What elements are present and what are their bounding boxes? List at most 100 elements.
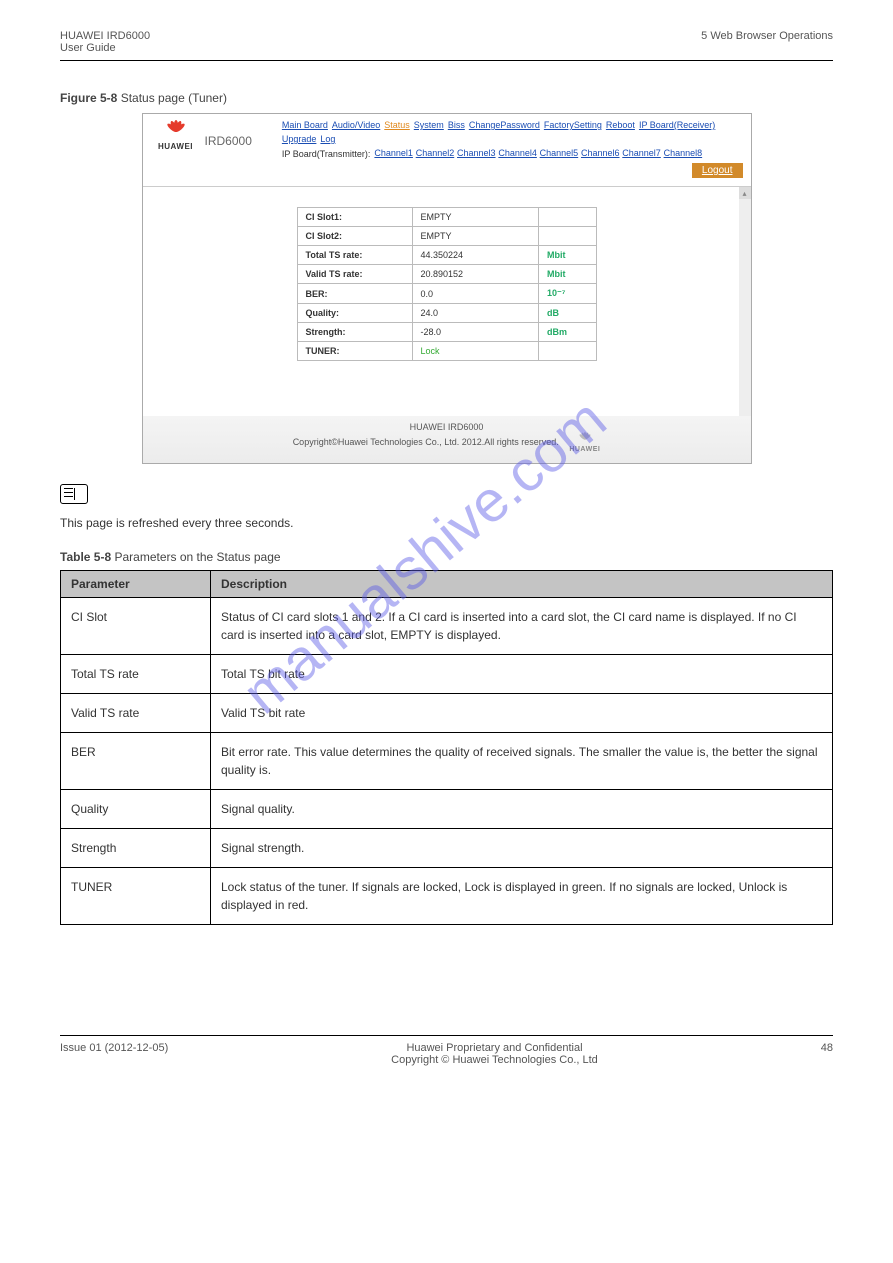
status-row: Quality:24.0dB [297, 304, 596, 323]
status-row: Total TS rate:44.350224Mbit [297, 246, 596, 265]
screenshot-frame: HUAWEI IRD6000 Main Board Audio/Video St… [142, 113, 752, 464]
scroll-up-icon[interactable]: ▴ [739, 187, 751, 199]
status-value: 0.0 [412, 284, 539, 304]
status-unit: 10⁻⁷ [539, 284, 597, 304]
screenshot-footer: HUAWEI IRD6000 Copyright©Huawei Technolo… [143, 416, 751, 463]
status-label: CI Slot1: [297, 208, 412, 227]
status-value: 20.890152 [412, 265, 539, 284]
header-product: HUAWEI IRD6000 [60, 30, 150, 42]
nav-row-2: IP Board(Transmitter): Channel1 Channel2… [282, 148, 743, 178]
param-name: TUNER [61, 868, 211, 925]
param-name: Quality [61, 790, 211, 829]
param-description: Total TS bit rate [211, 655, 833, 694]
nav-link-biss[interactable]: Biss [448, 120, 465, 130]
nav-channel-channel4[interactable]: Channel4 [498, 148, 537, 158]
footer-huawei-logo: HUAWEI [569, 432, 600, 453]
nav-channel-channel7[interactable]: Channel7 [622, 148, 661, 158]
note-icon [60, 484, 88, 504]
table-caption-num: Table 5-8 [60, 550, 111, 564]
screenshot-footer-product: HUAWEI IRD6000 [143, 422, 751, 432]
header-subtitle: User Guide [60, 42, 150, 54]
nav-link-ip-board-receiver-[interactable]: IP Board(Receiver) [639, 120, 715, 130]
parameter-table: Parameter Description CI SlotStatus of C… [60, 570, 833, 925]
footer-rule [60, 1035, 833, 1036]
nav-link-audio-video[interactable]: Audio/Video [332, 120, 380, 130]
screenshot-footer-copyright: Copyright©Huawei Technologies Co., Ltd. … [293, 437, 559, 447]
status-value: 44.350224 [412, 246, 539, 265]
nav-link-reboot[interactable]: Reboot [606, 120, 635, 130]
footer-center: Huawei Proprietary and Confidential Copy… [391, 1042, 598, 1066]
page-header: HUAWEI IRD6000 User Guide 5 Web Browser … [60, 30, 833, 54]
header-right: 5 Web Browser Operations [701, 30, 833, 54]
th-description: Description [211, 571, 833, 598]
table-row: TUNERLock status of the tuner. If signal… [61, 868, 833, 925]
status-unit: dBm [539, 323, 597, 342]
nav-channel-channel2[interactable]: Channel2 [416, 148, 455, 158]
header-left: HUAWEI IRD6000 User Guide [60, 30, 150, 54]
nav-wrapper: Main Board Audio/Video Status System Bis… [252, 120, 743, 182]
status-label: Quality: [297, 304, 412, 323]
status-table: CI Slot1:EMPTYCI Slot2:EMPTYTotal TS rat… [297, 207, 597, 361]
param-description: Valid TS bit rate [211, 694, 833, 733]
status-value: 24.0 [412, 304, 539, 323]
param-description: Bit error rate. This value determines th… [211, 733, 833, 790]
param-description: Status of CI card slots 1 and 2. If a CI… [211, 598, 833, 655]
table-header-row: Parameter Description [61, 571, 833, 598]
status-row: Valid TS rate:20.890152Mbit [297, 265, 596, 284]
header-rule [60, 60, 833, 61]
scrollbar[interactable]: ▴ [739, 187, 751, 416]
nav-channel-channel5[interactable]: Channel5 [540, 148, 579, 158]
nav-link-system[interactable]: System [414, 120, 444, 130]
table-row: CI SlotStatus of CI card slots 1 and 2. … [61, 598, 833, 655]
table-row: Valid TS rateValid TS bit rate [61, 694, 833, 733]
status-value: EMPTY [412, 227, 539, 246]
nav-link-upgrade[interactable]: Upgrade [282, 134, 317, 144]
page-footer: Issue 01 (2012-12-05) Huawei Proprietary… [60, 1042, 833, 1066]
nav-channel-channel1[interactable]: Channel1 [374, 148, 413, 158]
status-unit [539, 227, 597, 246]
param-description: Signal strength. [211, 829, 833, 868]
logout-button[interactable]: Logout [692, 163, 743, 178]
status-label: TUNER: [297, 342, 412, 361]
nav-link-changepassword[interactable]: ChangePassword [469, 120, 540, 130]
logo-text: HUAWEI [151, 142, 201, 151]
figure-caption-text: Status page (Tuner) [117, 91, 227, 105]
param-name: Strength [61, 829, 211, 868]
nav-link-main-board[interactable]: Main Board [282, 120, 328, 130]
nav-link-log[interactable]: Log [320, 134, 335, 144]
status-row: Strength:-28.0dBm [297, 323, 596, 342]
status-unit [539, 208, 597, 227]
nav-channel-channel6[interactable]: Channel6 [581, 148, 620, 158]
figure-caption-num: Figure 5-8 [60, 91, 117, 105]
note-block [60, 484, 833, 504]
param-description: Signal quality. [211, 790, 833, 829]
status-row: TUNER:Lock [297, 342, 596, 361]
status-unit: Mbit [539, 265, 597, 284]
huawei-logo: HUAWEI [151, 120, 201, 151]
status-value: Lock [412, 342, 539, 361]
status-unit: dB [539, 304, 597, 323]
status-label: Total TS rate: [297, 246, 412, 265]
nav-channel-channel3[interactable]: Channel3 [457, 148, 496, 158]
footer-logo-text: HUAWEI [569, 446, 600, 453]
table-caption-text: Parameters on the Status page [111, 550, 280, 564]
param-name: Valid TS rate [61, 694, 211, 733]
footer-proprietary: Huawei Proprietary and Confidential [391, 1042, 598, 1054]
th-parameter: Parameter [61, 571, 211, 598]
nav-link-factorysetting[interactable]: FactorySetting [544, 120, 602, 130]
table-row: QualitySignal quality. [61, 790, 833, 829]
footer-page-number: 48 [821, 1042, 833, 1066]
note-text: This page is refreshed every three secon… [60, 516, 833, 530]
model-label: IRD6000 [205, 134, 252, 148]
status-label: CI Slot2: [297, 227, 412, 246]
status-label: BER: [297, 284, 412, 304]
page-container: HUAWEI IRD6000 User Guide 5 Web Browser … [0, 0, 893, 1106]
nav-channel-channel8[interactable]: Channel8 [664, 148, 703, 158]
nav-link-status[interactable]: Status [384, 120, 410, 130]
param-name: BER [61, 733, 211, 790]
screenshot-header: HUAWEI IRD6000 Main Board Audio/Video St… [143, 114, 751, 186]
status-label: Valid TS rate: [297, 265, 412, 284]
status-unit: Mbit [539, 246, 597, 265]
status-row: BER:0.010⁻⁷ [297, 284, 596, 304]
status-row: CI Slot2:EMPTY [297, 227, 596, 246]
